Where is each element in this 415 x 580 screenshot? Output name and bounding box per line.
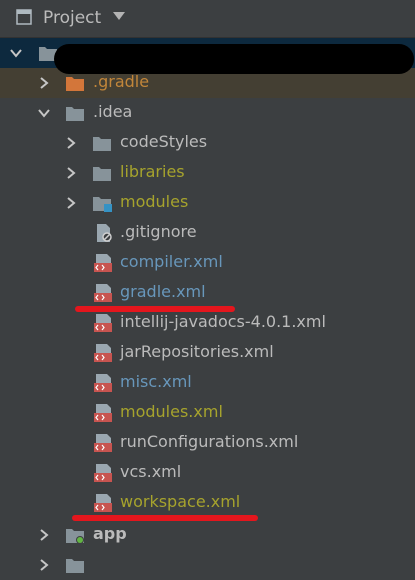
xml-file-icon: [94, 464, 112, 482]
project-view-title[interactable]: Project: [43, 8, 101, 28]
tree-item-label: modules: [120, 192, 189, 211]
tree-item-label: libraries: [120, 162, 185, 181]
tree-item-label: vcs.xml: [120, 462, 182, 481]
chevron-right-icon[interactable]: [36, 527, 52, 543]
xml-file-icon: [94, 374, 112, 392]
tree-row-partial[interactable]: [0, 550, 415, 580]
chevron-down-icon[interactable]: [8, 45, 24, 61]
chevron-right-icon[interactable]: [36, 75, 52, 91]
project-window-icon: [16, 9, 32, 25]
tree-item-label: jarRepositories.xml: [120, 342, 274, 361]
tree-item-label: modules.xml: [120, 402, 223, 421]
chevron-right-icon[interactable]: [63, 165, 79, 181]
tree-row-libraries[interactable]: libraries: [0, 158, 415, 188]
tree-item-label: codeStyles: [120, 132, 208, 151]
tree-item-label: .idea: [93, 102, 133, 121]
tree-row-intellij-javadocs-xml[interactable]: intellij-javadocs-4.0.1.xml: [0, 308, 415, 338]
view-selector-dropdown-icon[interactable]: [113, 12, 125, 20]
chevron-right-icon[interactable]: [63, 135, 79, 151]
project-tree[interactable]: .gradle .idea codeStyles libraries modul…: [0, 38, 415, 573]
xml-file-icon: [94, 344, 112, 362]
ignore-file-icon: [97, 224, 112, 242]
tree-row-gradle-xml[interactable]: gradle.xml: [0, 278, 415, 308]
tree-row-modules-dir[interactable]: modules: [0, 188, 415, 218]
tree-row-modules-xml[interactable]: modules.xml: [0, 398, 415, 428]
tree-row-misc-xml[interactable]: misc.xml: [0, 368, 415, 398]
tree-row-app-module[interactable]: app: [0, 520, 415, 550]
xml-file-icon: [94, 434, 112, 452]
tree-row-jarrepositories-xml[interactable]: jarRepositories.xml: [0, 338, 415, 368]
redacted-project-name: [54, 44, 414, 74]
tree-item-label: app: [93, 524, 127, 543]
module-folder-icon: [93, 197, 112, 212]
tree-item-label: intellij-javadocs-4.0.1.xml: [120, 312, 326, 331]
xml-file-icon: [94, 404, 112, 422]
xml-file-icon: [94, 284, 112, 302]
tree-item-label: gradle.xml: [120, 282, 206, 301]
xml-file-icon: [94, 494, 112, 512]
annotation-underline-gradle-xml: [75, 306, 235, 312]
annotation-underline-workspace-xml: [72, 515, 258, 521]
tree-row-runconfigurations-xml[interactable]: runConfigurations.xml: [0, 428, 415, 458]
tree-row-codestyles[interactable]: codeStyles: [0, 128, 415, 158]
folder-icon: [93, 137, 111, 151]
excluded-folder-icon: [66, 77, 84, 91]
tree-row-compiler-xml[interactable]: compiler.xml: [0, 248, 415, 278]
tree-item-label: compiler.xml: [120, 252, 223, 271]
xml-file-icon: [94, 254, 112, 272]
module-folder-icon: [66, 529, 84, 544]
tree-row-vcs-xml[interactable]: vcs.xml: [0, 458, 415, 488]
chevron-right-icon[interactable]: [36, 557, 52, 573]
folder-icon: [93, 167, 111, 181]
chevron-right-icon[interactable]: [63, 195, 79, 211]
tree-row-workspace-xml[interactable]: workspace.xml: [0, 488, 415, 518]
xml-file-icon: [94, 314, 112, 332]
tree-item-label: .gradle: [93, 72, 150, 91]
project-tool-window-header: Project: [0, 0, 415, 38]
tree-row-idea-dir[interactable]: .idea: [0, 98, 415, 128]
folder-icon: [66, 107, 84, 121]
tree-item-label: runConfigurations.xml: [120, 432, 299, 451]
tree-item-label: .gitignore: [120, 222, 197, 241]
tree-row-gitignore[interactable]: .gitignore: [0, 218, 415, 248]
folder-icon: [66, 559, 84, 573]
chevron-down-icon[interactable]: [36, 105, 52, 121]
tree-item-label: misc.xml: [120, 372, 192, 391]
tree-item-label: workspace.xml: [120, 492, 241, 511]
